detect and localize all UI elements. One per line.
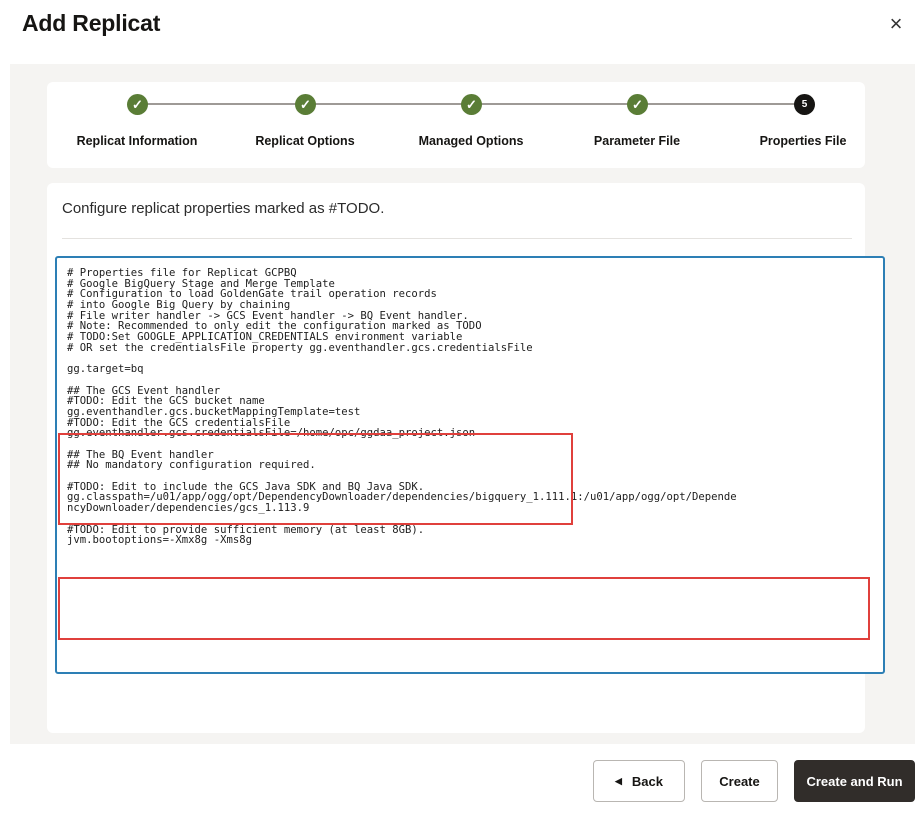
step-3-check-icon[interactable]: ✓ [461, 94, 482, 115]
back-button[interactable]: ◀ Back [593, 760, 685, 802]
step-connector [638, 103, 805, 105]
step-label-parameter-file[interactable]: Parameter File [552, 134, 722, 148]
back-arrow-icon: ◀ [615, 775, 622, 786]
code-line: # OR set the credentialsFile property gg… [67, 341, 533, 354]
code-line: jvm.bootoptions=-Xmx8g -Xms8g [67, 534, 252, 547]
step-1-check-icon[interactable]: ✓ [127, 94, 148, 115]
create-and-run-button-label: Create and Run [806, 773, 903, 789]
code-line: gg.eventhandler.gcs.credentialsFile=/hom… [67, 427, 476, 440]
step-2-check-icon[interactable]: ✓ [295, 94, 316, 115]
create-button-label: Create [719, 773, 760, 789]
code-line: gg.target=bq [67, 363, 144, 376]
step-4-check-icon[interactable]: ✓ [627, 94, 648, 115]
create-and-run-button[interactable]: Create and Run [794, 760, 915, 802]
code-line: ncyDownloader/dependencies/gcs_1.113.9 [67, 502, 310, 515]
step-5-number-icon[interactable]: 5 [794, 94, 815, 115]
step-label-replicat-options[interactable]: Replicat Options [220, 134, 390, 148]
wizard-stepper: ✓ ✓ ✓ ✓ 5 Replicat Information Replicat … [47, 82, 865, 168]
step-label-properties-file[interactable]: Properties File [718, 134, 888, 148]
divider [62, 238, 852, 239]
close-icon[interactable]: × [884, 12, 908, 36]
back-button-label: Back [631, 773, 663, 789]
dialog-title: Add Replicat [22, 10, 161, 36]
step-label-replicat-information[interactable]: Replicat Information [52, 134, 222, 148]
code-line: ## No mandatory configuration required. [67, 459, 316, 472]
code-content[interactable]: # Properties file for Replicat GCPBQ # G… [67, 268, 737, 546]
step-connector [305, 103, 472, 105]
step-connector [137, 103, 305, 105]
step-label-managed-options[interactable]: Managed Options [386, 134, 556, 148]
step-connector [472, 103, 638, 105]
create-button[interactable]: Create [701, 760, 778, 802]
instruction-text: Configure replicat properties marked as … [62, 200, 385, 217]
properties-editor[interactable]: # Properties file for Replicat GCPBQ # G… [55, 256, 885, 674]
